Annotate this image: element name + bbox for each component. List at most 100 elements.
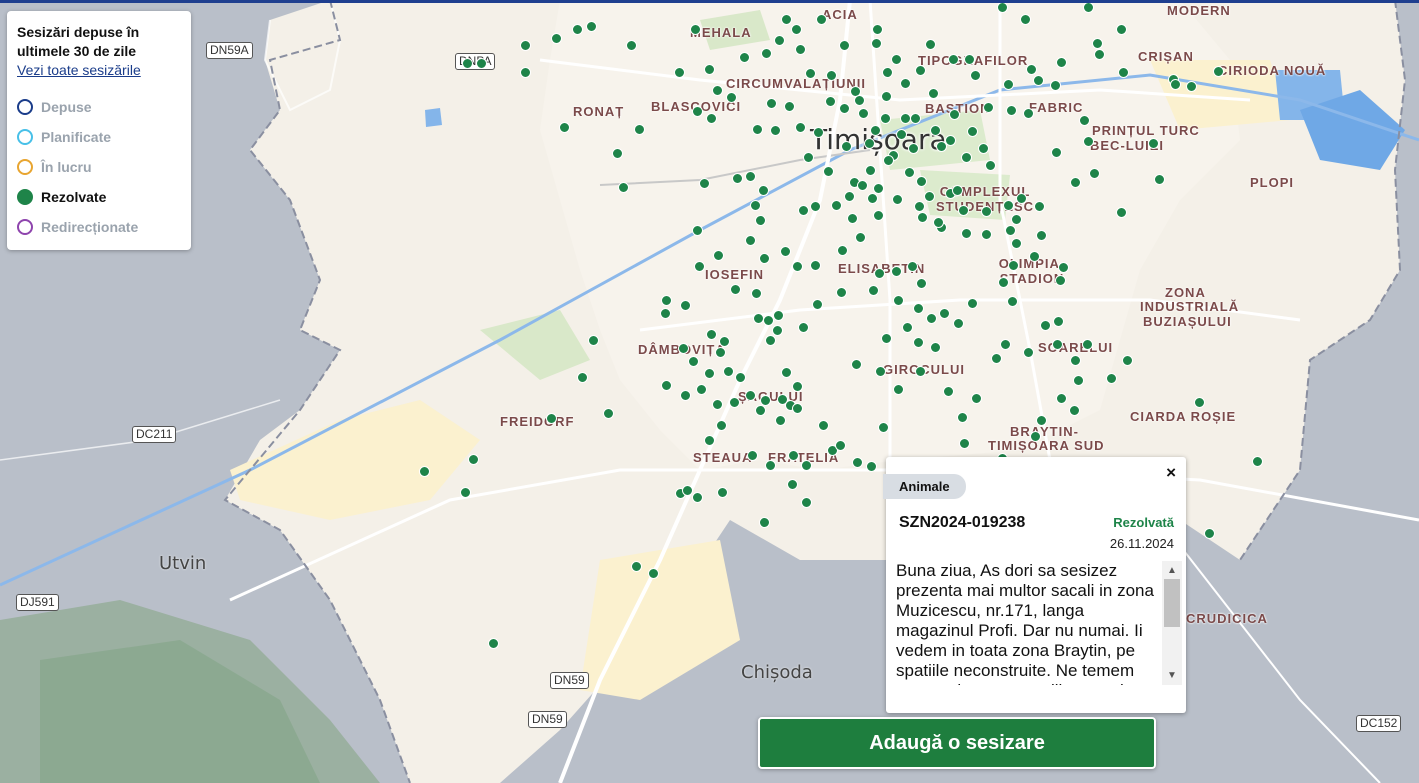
report-marker[interactable] bbox=[967, 298, 978, 309]
report-marker[interactable] bbox=[765, 460, 776, 471]
report-marker[interactable] bbox=[813, 127, 824, 138]
report-marker[interactable] bbox=[1056, 57, 1067, 68]
report-marker[interactable] bbox=[825, 96, 836, 107]
report-marker[interactable] bbox=[928, 88, 939, 99]
report-marker[interactable] bbox=[795, 122, 806, 133]
report-marker[interactable] bbox=[715, 347, 726, 358]
report-marker[interactable] bbox=[661, 295, 672, 306]
report-marker[interactable] bbox=[419, 466, 430, 477]
report-marker[interactable] bbox=[835, 440, 846, 451]
report-marker[interactable] bbox=[745, 390, 756, 401]
report-marker[interactable] bbox=[915, 65, 926, 76]
report-marker[interactable] bbox=[730, 284, 741, 295]
report-marker[interactable] bbox=[900, 78, 911, 89]
report-marker[interactable] bbox=[837, 245, 848, 256]
legend-item-redirectionate[interactable]: Redirecționate bbox=[17, 212, 181, 242]
report-marker[interactable] bbox=[766, 98, 777, 109]
report-marker[interactable] bbox=[1058, 262, 1069, 273]
report-marker[interactable] bbox=[983, 102, 994, 113]
report-marker[interactable] bbox=[926, 313, 937, 324]
report-marker[interactable] bbox=[1029, 251, 1040, 262]
report-marker[interactable] bbox=[559, 122, 570, 133]
report-marker[interactable] bbox=[774, 35, 785, 46]
report-marker[interactable] bbox=[933, 217, 944, 228]
report-marker[interactable] bbox=[1033, 75, 1044, 86]
report-marker[interactable] bbox=[913, 303, 924, 314]
report-marker[interactable] bbox=[836, 287, 847, 298]
map-canvas[interactable]: Timișoara MODERN MEHALA CIRCUMVALAȚIUNII… bbox=[0, 0, 1419, 783]
report-marker[interactable] bbox=[910, 113, 921, 124]
report-marker[interactable] bbox=[680, 300, 691, 311]
report-marker[interactable] bbox=[612, 148, 623, 159]
report-marker[interactable] bbox=[908, 143, 919, 154]
report-marker[interactable] bbox=[706, 113, 717, 124]
report-marker[interactable] bbox=[961, 228, 972, 239]
report-marker[interactable] bbox=[870, 125, 881, 136]
report-marker[interactable] bbox=[816, 14, 827, 25]
report-marker[interactable] bbox=[717, 487, 728, 498]
report-marker[interactable] bbox=[732, 173, 743, 184]
report-marker[interactable] bbox=[787, 479, 798, 490]
report-marker[interactable] bbox=[468, 454, 479, 465]
report-marker[interactable] bbox=[775, 415, 786, 426]
report-marker[interactable] bbox=[735, 372, 746, 383]
report-marker[interactable] bbox=[893, 384, 904, 395]
report-marker[interactable] bbox=[723, 366, 734, 377]
report-marker[interactable] bbox=[1003, 79, 1014, 90]
close-icon[interactable]: × bbox=[1166, 463, 1176, 483]
report-marker[interactable] bbox=[792, 381, 803, 392]
report-marker[interactable] bbox=[1122, 355, 1133, 366]
report-marker[interactable] bbox=[1053, 316, 1064, 327]
report-marker[interactable] bbox=[713, 250, 724, 261]
report-marker[interactable] bbox=[945, 135, 956, 146]
report-marker[interactable] bbox=[943, 386, 954, 397]
report-marker[interactable] bbox=[881, 91, 892, 102]
report-marker[interactable] bbox=[904, 167, 915, 178]
scroll-down-icon[interactable]: ▼ bbox=[1167, 670, 1177, 681]
report-marker[interactable] bbox=[704, 368, 715, 379]
report-marker[interactable] bbox=[839, 40, 850, 51]
report-marker[interactable] bbox=[997, 2, 1008, 13]
report-marker[interactable] bbox=[1083, 2, 1094, 13]
report-marker[interactable] bbox=[688, 356, 699, 367]
view-all-reports-link[interactable]: Vezi toate sesizările bbox=[17, 62, 181, 78]
report-marker[interactable] bbox=[488, 638, 499, 649]
report-marker[interactable] bbox=[978, 143, 989, 154]
report-marker[interactable] bbox=[970, 70, 981, 81]
report-marker[interactable] bbox=[855, 232, 866, 243]
report-marker[interactable] bbox=[520, 67, 531, 78]
report-marker[interactable] bbox=[462, 58, 473, 69]
report-marker[interactable] bbox=[1073, 375, 1084, 386]
report-marker[interactable] bbox=[953, 318, 964, 329]
report-marker[interactable] bbox=[907, 261, 918, 272]
report-marker[interactable] bbox=[1213, 66, 1224, 77]
report-marker[interactable] bbox=[810, 201, 821, 212]
report-marker[interactable] bbox=[873, 183, 884, 194]
report-marker[interactable] bbox=[759, 517, 770, 528]
legend-item-depuse[interactable]: Depuse bbox=[17, 92, 181, 122]
report-marker[interactable] bbox=[930, 342, 941, 353]
report-marker[interactable] bbox=[660, 308, 671, 319]
report-marker[interactable] bbox=[967, 126, 978, 137]
report-marker[interactable] bbox=[844, 191, 855, 202]
report-marker[interactable] bbox=[896, 129, 907, 140]
report-marker[interactable] bbox=[1069, 405, 1080, 416]
report-marker[interactable] bbox=[916, 278, 927, 289]
report-marker[interactable] bbox=[818, 420, 829, 431]
report-marker[interactable] bbox=[925, 39, 936, 50]
report-marker[interactable] bbox=[1116, 207, 1127, 218]
report-marker[interactable] bbox=[716, 420, 727, 431]
report-marker[interactable] bbox=[1170, 79, 1181, 90]
report-marker[interactable] bbox=[546, 413, 557, 424]
report-marker[interactable] bbox=[916, 176, 927, 187]
report-marker[interactable] bbox=[964, 54, 975, 65]
report-marker[interactable] bbox=[985, 160, 996, 171]
report-marker[interactable] bbox=[792, 403, 803, 414]
report-marker[interactable] bbox=[948, 54, 959, 65]
report-marker[interactable] bbox=[961, 152, 972, 163]
report-marker[interactable] bbox=[826, 70, 837, 81]
report-marker[interactable] bbox=[913, 337, 924, 348]
report-marker[interactable] bbox=[873, 210, 884, 221]
scrollbar-thumb[interactable] bbox=[1164, 579, 1180, 627]
report-marker[interactable] bbox=[692, 492, 703, 503]
